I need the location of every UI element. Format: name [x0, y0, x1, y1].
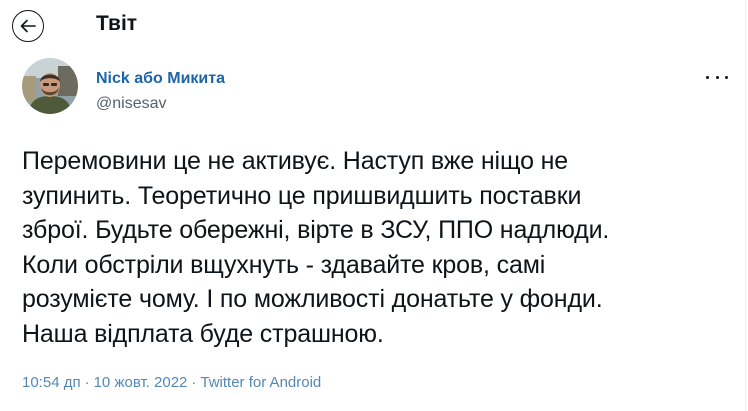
tweet-meta: 10:54 дп · 10 жовт. 2022 · Twitter for Andro…	[22, 374, 321, 392]
tweet-date[interactable]: 10 жовт. 2022	[94, 374, 188, 391]
meta-separator: ·	[84, 374, 90, 391]
tweet-text: Перемовини це не активує. Наступ вже ніщ…	[22, 147, 610, 348]
tweet-panel: Твіт Nick або Микита @nisesav Перемовини…	[0, 0, 746, 411]
arrow-left-icon	[20, 19, 36, 33]
tweet-time[interactable]: 10:54 дп	[22, 374, 81, 391]
avatar[interactable]	[22, 58, 78, 114]
author-display-name[interactable]: Nick або Микита	[96, 70, 225, 88]
back-button[interactable]	[12, 10, 44, 42]
tweet-source[interactable]: Twitter for Android	[200, 374, 321, 391]
more-options-icon[interactable]	[706, 70, 728, 84]
meta-separator: ·	[191, 374, 197, 391]
page-title: Твіт	[96, 12, 138, 35]
tweet-header: Твіт	[0, 0, 746, 52]
author-handle[interactable]: @nisesav	[96, 95, 167, 113]
